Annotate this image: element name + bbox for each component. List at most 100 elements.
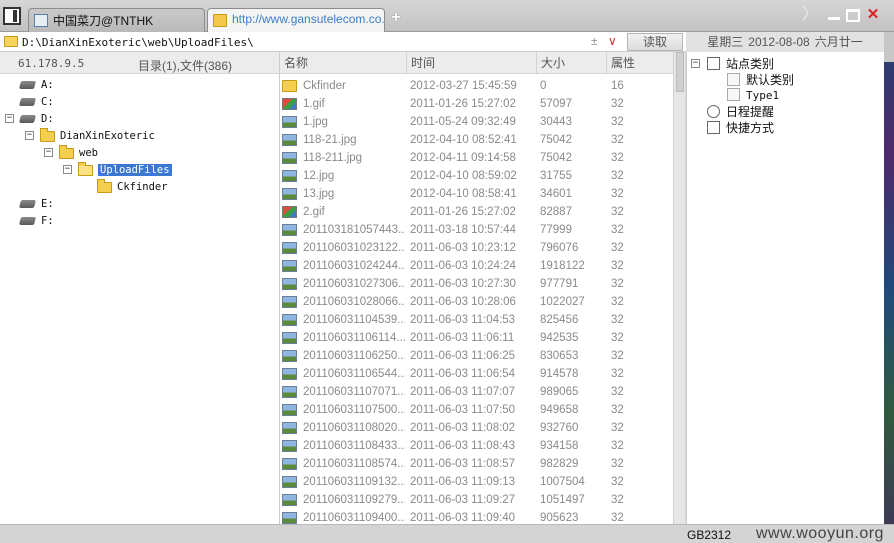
drive-icon (18, 200, 37, 208)
file-size: 934158 (540, 440, 579, 452)
maximize-button[interactable] (846, 9, 860, 22)
file-name: 201106031107071... (303, 386, 405, 398)
weekday: 星期三 (707, 35, 744, 49)
tree-item-drive-a[interactable]: A: (18, 77, 54, 94)
file-row[interactable]: 201106031108574... 2011-06-03 11:08:57 982… (280, 455, 673, 473)
file-row[interactable]: 2.gif 2011-01-26 15:27:02 82887 32 (280, 203, 673, 221)
minimize-button[interactable] (826, 7, 842, 23)
file-size: 977791 (540, 278, 579, 290)
tree-item-drive-f[interactable]: F: (18, 213, 54, 230)
plus-minus-icon[interactable]: ± (591, 34, 598, 48)
dropdown-arrow-icon[interactable]: ∨ (608, 34, 617, 48)
file-list-scrollbar[interactable] (673, 52, 685, 524)
file-attr: 32 (611, 98, 624, 110)
file-attr: 32 (611, 242, 624, 254)
file-row[interactable]: 201103181057443... 2011-03-18 10:57:44 779… (280, 221, 673, 239)
file-row[interactable]: 201106031024244... 2011-06-03 10:24:24 191… (280, 257, 673, 275)
file-time: 2011-06-03 10:27:30 (410, 278, 516, 290)
file-attr: 32 (611, 440, 624, 452)
tree-item-uploadfiles[interactable]: UploadFiles (78, 161, 172, 179)
tree-item-ckfinder[interactable]: Ckfinder (97, 178, 168, 196)
file-name: 201106031024244... (303, 260, 405, 272)
file-name: 201106031108020... (303, 422, 405, 434)
file-row[interactable]: 201106031107071... 2011-06-03 11:07:07 989… (280, 383, 673, 401)
category-icon (707, 57, 720, 70)
file-size: 982829 (540, 458, 579, 470)
file-size: 1022027 (540, 296, 585, 308)
file-row[interactable]: 201106031104539... 2011-06-03 11:04:53 825… (280, 311, 673, 329)
tab-site[interactable]: http://www.gansutelecom.co... (207, 8, 385, 32)
file-row[interactable]: 201106031027306... 2011-06-03 10:27:30 977… (280, 275, 673, 293)
path-input[interactable] (22, 34, 582, 50)
collapse-toggle[interactable]: − (63, 165, 72, 174)
file-row[interactable]: Ckfinder 2012-03-27 15:45:59 0 16 (280, 77, 673, 95)
file-row[interactable]: 201106031108020... 2011-06-03 11:08:02 932… (280, 419, 673, 437)
close-button[interactable]: ✕ (865, 7, 881, 23)
column-size[interactable]: 大小 (536, 52, 606, 74)
column-attr[interactable]: 属性 (606, 52, 673, 74)
category-site-types[interactable]: 站点类别 (707, 56, 774, 72)
file-time: 2012-04-10 08:52:41 (410, 134, 517, 146)
tree-item-drive-d[interactable]: D: (18, 111, 54, 128)
new-tab-button[interactable]: + (389, 9, 403, 27)
file-attr: 32 (611, 116, 624, 128)
tree-item-web[interactable]: web (59, 144, 98, 162)
scroll-thumb[interactable] (676, 52, 684, 92)
file-row[interactable]: 201106031109279... 2011-06-03 11:09:27 105… (280, 491, 673, 509)
app-menu-icon[interactable] (3, 7, 21, 25)
file-name: Ckfinder (303, 80, 346, 92)
column-name[interactable]: 名称 (280, 52, 405, 74)
tree-item-drive-c[interactable]: C: (18, 94, 54, 111)
file-row[interactable]: 201106031106250... 2011-06-03 11:06:25 830… (280, 347, 673, 365)
file-attr: 32 (611, 224, 624, 236)
encoding-indicator[interactable]: GB2312 (687, 528, 731, 542)
file-size: 77999 (540, 224, 572, 236)
file-size: 82887 (540, 206, 572, 218)
file-name: 2.gif (303, 206, 325, 218)
file-row[interactable]: 201106031028066... 2011-06-03 10:28:06 102… (280, 293, 673, 311)
file-size: 830653 (540, 350, 579, 362)
tree-item-drive-e[interactable]: E: (18, 196, 54, 213)
watermark: www.wooyun.org (756, 525, 884, 542)
file-row[interactable]: 201106031106544... 2011-06-03 11:06:54 914… (280, 365, 673, 383)
file-row[interactable]: 1.gif 2011-01-26 15:27:02 57097 32 (280, 95, 673, 113)
file-row[interactable]: 118-211.jpg 2012-04-11 09:14:58 75042 32 (280, 149, 673, 167)
folder-icon (59, 144, 74, 159)
chevron-right-icon[interactable]: 〉 (802, 7, 818, 23)
collapse-toggle[interactable]: − (25, 131, 34, 140)
file-row[interactable]: 201106031108433... 2011-06-03 11:08:43 934… (280, 437, 673, 455)
tree-item-dianxinexoteric[interactable]: DianXinExoteric (40, 127, 155, 145)
collapse-toggle[interactable]: − (44, 148, 53, 157)
file-time: 2011-03-18 10:57:44 (410, 224, 516, 236)
file-row[interactable]: 13.jpg 2012-04-10 08:58:41 34601 32 (280, 185, 673, 203)
file-size: 1007504 (540, 476, 585, 488)
category-default[interactable]: 默认类别 (727, 72, 794, 88)
file-row[interactable]: 201106031109132... 2011-06-03 11:09:13 100… (280, 473, 673, 491)
file-time: 2011-06-03 11:08:57 (410, 458, 516, 470)
tab-caidao[interactable]: 中国菜刀@TNTHK (28, 8, 205, 32)
file-row[interactable]: 1.jpg 2011-05-24 09:32:49 30443 32 (280, 113, 673, 131)
file-row[interactable]: 201106031023122... 2011-06-03 10:23:12 796… (280, 239, 673, 257)
file-row[interactable]: 201106031109400... 2011-06-03 11:09:40 905… (280, 509, 673, 524)
collapse-toggle[interactable]: − (5, 114, 14, 123)
category-type1[interactable]: Type1 (727, 88, 779, 104)
collapse-toggle[interactable]: − (691, 59, 700, 68)
schedule-reminder[interactable]: 日程提醒 (707, 104, 774, 120)
file-attr: 32 (611, 494, 624, 506)
shortcuts[interactable]: 快捷方式 (707, 120, 774, 136)
tab-label: http://www.gansutelecom.co... (232, 12, 385, 26)
file-name: 201106031106544... (303, 368, 405, 380)
image-file-icon (282, 314, 297, 326)
file-row[interactable]: 201106031107500... 2011-06-03 11:07:50 949… (280, 401, 673, 419)
image-file-icon (282, 512, 297, 524)
file-row[interactable]: 201106031106114... 2011-06-03 11:06:11 942… (280, 329, 673, 347)
file-row[interactable]: 12.jpg 2012-04-10 08:59:02 31755 32 (280, 167, 673, 185)
column-time[interactable]: 时间 (406, 52, 536, 74)
file-row[interactable]: 118-21.jpg 2012-04-10 08:52:41 75042 32 (280, 131, 673, 149)
read-button[interactable]: 读取 (627, 33, 683, 51)
file-size: 30443 (540, 116, 572, 128)
image-file-icon (282, 368, 297, 380)
tab-label: 中国菜刀@TNTHK (53, 14, 154, 28)
file-name: 201106031109132... (303, 476, 405, 488)
file-attr: 32 (611, 206, 624, 218)
